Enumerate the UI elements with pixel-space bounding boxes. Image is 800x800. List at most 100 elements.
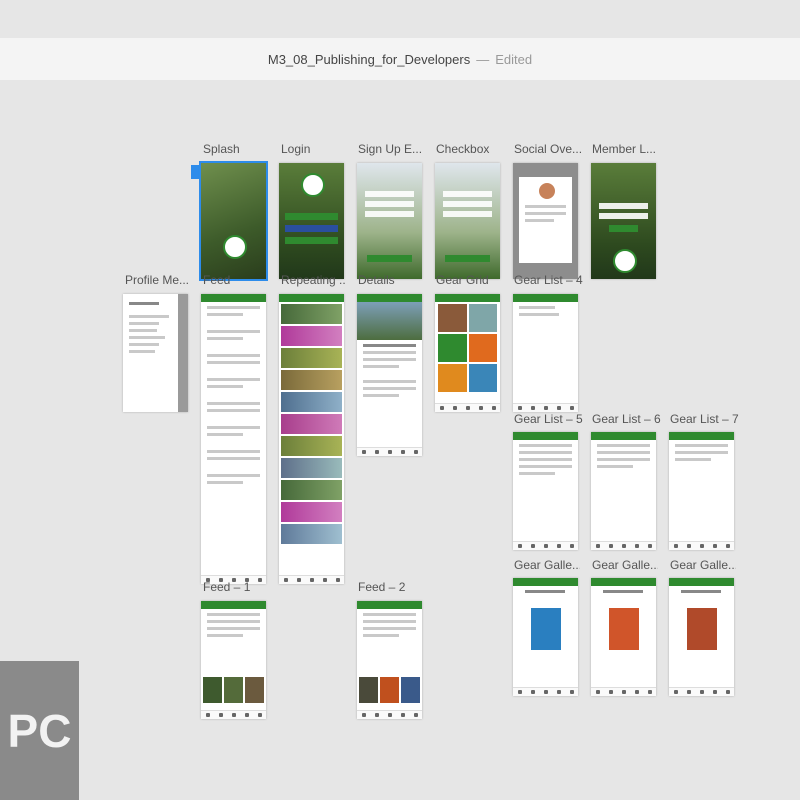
- menu-line: [129, 343, 159, 346]
- artboard-label-profile[interactable]: Profile Me...: [125, 273, 189, 287]
- artboard-label-repeating[interactable]: Repeating ...: [281, 273, 345, 287]
- artboard-label-gear-list-6[interactable]: Gear List – 6: [592, 412, 662, 426]
- artboard-label-feed[interactable]: Feed: [203, 273, 263, 287]
- artboard-label-feed-1[interactable]: Feed – 1: [203, 580, 267, 594]
- tab-icon: [569, 406, 574, 410]
- tab-bar: [435, 403, 500, 412]
- artboard-label-social[interactable]: Social Ove...: [514, 142, 582, 156]
- artboard-feed[interactable]: [201, 294, 266, 584]
- login-button-graphic: [285, 213, 338, 220]
- artboard-gear-list-4[interactable]: [513, 294, 578, 412]
- artboard-label-gear-gallery-3[interactable]: Gear Galle...: [670, 558, 736, 572]
- text-line: [525, 590, 565, 593]
- artboard-details[interactable]: [357, 294, 422, 456]
- text-line: [363, 634, 399, 637]
- list-row: [675, 444, 728, 447]
- artboard-login[interactable]: [279, 163, 344, 279]
- dialog-graphic: [519, 177, 572, 263]
- tab-bar: [357, 447, 422, 456]
- tab-icon: [725, 690, 730, 694]
- text-line: [207, 402, 260, 405]
- tab-icon: [686, 544, 691, 548]
- artboard-gear-gallery-1[interactable]: [513, 578, 578, 696]
- image-tile: [281, 370, 342, 390]
- tab-bar: [201, 710, 266, 719]
- image-row: [359, 677, 420, 703]
- header-bar: [201, 601, 266, 609]
- artboard-gear-gallery-2[interactable]: [591, 578, 656, 696]
- text-line: [519, 313, 559, 316]
- artboard-label-feed-2[interactable]: Feed – 2: [358, 580, 422, 594]
- tab-icon: [712, 544, 717, 548]
- artboard-gear-list-5[interactable]: [513, 432, 578, 550]
- artboard-label-login[interactable]: Login: [281, 142, 345, 156]
- category-tile: [438, 334, 467, 362]
- list-row: [519, 458, 572, 461]
- list-row: [597, 458, 650, 461]
- artboard-label-splash[interactable]: Splash: [203, 142, 267, 156]
- artboard-profile-menu[interactable]: [123, 294, 188, 412]
- artboard-gear-list-6[interactable]: [591, 432, 656, 550]
- artboard-feed-1[interactable]: [201, 601, 266, 719]
- image-tile: [281, 304, 342, 324]
- tab-icon: [400, 713, 405, 717]
- artboard-label-details[interactable]: Details: [358, 273, 422, 287]
- artboard-label-member[interactable]: Member L...: [592, 142, 658, 156]
- tab-icon: [608, 690, 613, 694]
- field-graphic: [443, 191, 492, 197]
- artboard-feed-2[interactable]: [357, 601, 422, 719]
- text-line: [207, 385, 243, 388]
- artboard-signup[interactable]: [357, 163, 422, 279]
- artboard-label-gear-list-5[interactable]: Gear List – 5: [514, 412, 584, 426]
- text-line: [363, 344, 416, 347]
- text-line: [525, 219, 555, 222]
- tab-icon: [556, 690, 561, 694]
- image-row: [203, 677, 264, 703]
- artboard-label-checkbox[interactable]: Checkbox: [436, 142, 500, 156]
- tab-icon: [452, 406, 457, 410]
- artboard-label-gear-grid[interactable]: Gear Grid: [436, 273, 500, 287]
- menu-line: [129, 336, 165, 339]
- facebook-button-graphic: [285, 225, 338, 232]
- field-graphic: [443, 201, 492, 207]
- image-tile: [281, 326, 342, 346]
- artboard-social[interactable]: [513, 163, 578, 279]
- header-bar: [201, 294, 266, 302]
- tab-bar: [279, 575, 344, 584]
- tab-icon: [257, 713, 262, 717]
- artboard-label-gear-list-4[interactable]: Gear List – 4: [514, 273, 584, 287]
- tab-icon: [595, 690, 600, 694]
- artboard-splash[interactable]: [199, 161, 268, 281]
- title-separator: —: [476, 51, 490, 67]
- artboard-gear-gallery-3[interactable]: [669, 578, 734, 696]
- tab-icon: [387, 713, 392, 717]
- tab-icon: [413, 450, 418, 454]
- text-line: [207, 306, 260, 309]
- artboard-label-gear-list-7[interactable]: Gear List – 7: [670, 412, 740, 426]
- gear-category-grid: [438, 304, 497, 392]
- artboard-member-login[interactable]: [591, 163, 656, 279]
- text-line: [363, 387, 416, 390]
- artboard-checkbox[interactable]: [435, 163, 500, 279]
- tab-icon: [517, 544, 522, 548]
- image-tile: [281, 348, 342, 368]
- artboard-label-signup[interactable]: Sign Up E...: [358, 142, 424, 156]
- artboard-label-gear-gallery-1[interactable]: Gear Galle...: [514, 558, 580, 572]
- list-row: [597, 465, 633, 468]
- tab-icon: [374, 450, 379, 454]
- tab-icon: [309, 578, 314, 582]
- tab-icon: [465, 406, 470, 410]
- tab-icon: [699, 544, 704, 548]
- tab-icon: [400, 450, 405, 454]
- artboard-repeating-grid[interactable]: [279, 294, 344, 584]
- button-graphic: [445, 255, 490, 262]
- artboard-gear-list-7[interactable]: [669, 432, 734, 550]
- tab-icon: [608, 544, 613, 548]
- artboard-label-gear-gallery-2[interactable]: Gear Galle...: [592, 558, 658, 572]
- header-bar: [669, 578, 734, 586]
- image-tile: [281, 458, 342, 478]
- artboard-gear-grid[interactable]: [435, 294, 500, 412]
- category-tile: [438, 364, 467, 392]
- logo-icon: [613, 249, 637, 273]
- tab-icon: [491, 406, 496, 410]
